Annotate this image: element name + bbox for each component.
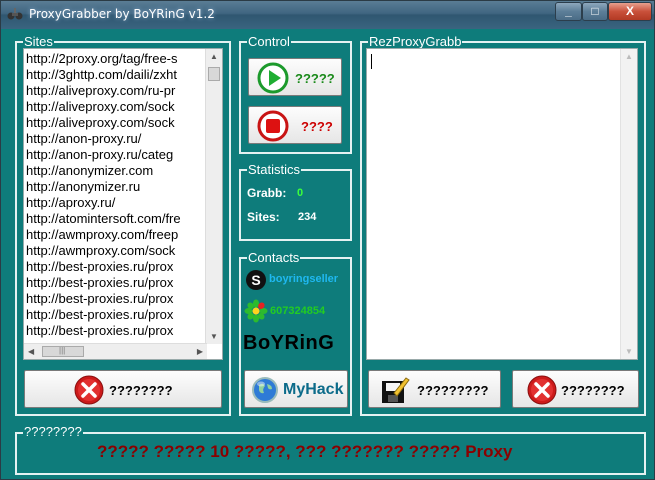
list-item[interactable]: http://3ghttp.com/daili/zxht (26, 67, 207, 83)
list-item[interactable]: http://best-proxies.ru/prox (26, 259, 207, 275)
list-item[interactable]: http://best-proxies.ru/prox (26, 307, 207, 323)
minimize-icon: _ (565, 4, 572, 18)
grabb-count: 0 (297, 187, 304, 199)
list-item[interactable]: http://anon-proxy.ru/ (26, 131, 207, 147)
clear-label: ???????? (561, 383, 625, 398)
clear-button[interactable]: ???????? (512, 370, 639, 408)
control-group-label: Control (247, 34, 291, 49)
list-item[interactable]: http://best-proxies.ru/prox (26, 275, 207, 291)
list-item[interactable]: http://anonymizer.ru (26, 179, 207, 195)
list-item[interactable]: http://anon-proxy.ru/categ (26, 147, 207, 163)
list-item[interactable]: http://aliveproxy.com/ru-pr (26, 83, 207, 99)
statistics-group: Statistics (239, 162, 352, 241)
scroll-down-arrow-icon[interactable]: ▼ (625, 347, 633, 356)
globe-icon (252, 377, 278, 403)
brand-logo: BoYRinG (243, 332, 335, 354)
status-message: ????? ????? 10 ?????, ??? ??????? ????? … (97, 442, 513, 461)
myhack-label: MyHack (283, 381, 344, 398)
app-icon (7, 8, 23, 20)
play-icon (257, 62, 289, 94)
window-title: ProxyGrabber by BoYRinG v1.2 (29, 7, 215, 21)
list-item[interactable]: http://aliveproxy.com/sock (26, 115, 207, 131)
maximize-button[interactable]: □ (582, 2, 608, 21)
save-button[interactable]: ????????? (368, 370, 501, 408)
list-item[interactable]: http://best-proxies.ru/prox (26, 323, 207, 339)
app-window: ProxyGrabber by BoYRinG v1.2 _ □ X Sites… (0, 0, 655, 480)
grip-icon: ||| (59, 346, 66, 355)
result-vertical-scrollbar[interactable]: ▲ ▼ (620, 49, 637, 359)
myhack-button[interactable]: MyHack (244, 370, 348, 408)
close-button[interactable]: X (608, 2, 652, 21)
scroll-up-arrow-icon[interactable]: ▲ (625, 52, 633, 61)
delete-sites-label: ???????? (109, 383, 173, 398)
list-item[interactable]: http://anonymizer.com (26, 163, 207, 179)
list-item[interactable]: http://aproxy.ru/ (26, 195, 207, 211)
stop-label: ???? (301, 119, 333, 134)
sites-vertical-scrollbar[interactable]: ▲ ▼ (205, 49, 222, 344)
vertical-scroll-thumb[interactable] (208, 67, 220, 81)
list-item[interactable]: http://awmproxy.com/freep (26, 227, 207, 243)
start-button[interactable]: ????? (248, 58, 342, 96)
scroll-up-arrow-icon[interactable]: ▲ (210, 52, 218, 61)
scroll-right-arrow-icon[interactable]: ▶ (197, 347, 203, 356)
list-item[interactable]: http://2proxy.org/tag/free-s (26, 51, 207, 67)
delete-icon (74, 375, 104, 405)
sites-group-label: Sites (23, 34, 54, 49)
title-bar[interactable]: ProxyGrabber by BoYRinG v1.2 _ □ X (1, 1, 654, 29)
scroll-down-arrow-icon[interactable]: ▼ (210, 332, 218, 341)
grabb-label: Grabb: (247, 186, 287, 200)
maximize-icon: □ (591, 4, 599, 18)
status-group-label: ???????? (23, 424, 83, 439)
icq-number[interactable]: 607324854 (270, 305, 325, 317)
delete-icon (527, 375, 557, 405)
contacts-group-label: Contacts (247, 250, 301, 265)
skype-handle[interactable]: boyringseller (269, 273, 338, 285)
delete-sites-button[interactable]: ???????? (24, 370, 222, 408)
scroll-left-arrow-icon[interactable]: ◀ (28, 347, 34, 356)
svg-text:S: S (251, 272, 260, 288)
start-label: ????? (295, 71, 335, 86)
list-item[interactable]: http://atomintersoft.com/fre (26, 211, 207, 227)
horizontal-scroll-thumb[interactable]: ||| (42, 346, 84, 357)
result-textbox[interactable]: ▲ ▼ (366, 48, 638, 360)
statistics-group-label: Statistics (247, 162, 302, 177)
list-item[interactable]: http://best-proxies.ru/prox (26, 291, 207, 307)
text-caret (371, 54, 372, 69)
save-label: ????????? (417, 383, 489, 398)
list-item[interactable]: http://awmproxy.com/sock (26, 243, 207, 259)
skype-icon: S (246, 270, 266, 290)
list-item[interactable]: http://aliveproxy.com/sock (26, 99, 207, 115)
result-group-label: RezProxyGrabb (368, 34, 463, 49)
sites-list: http://2proxy.org/tag/free-s http://3ght… (26, 51, 207, 342)
sites-horizontal-scrollbar[interactable]: ◀ ||| ▶ (24, 343, 207, 359)
sites-listbox[interactable]: http://2proxy.org/tag/free-s http://3ght… (23, 48, 223, 360)
icq-icon (244, 299, 268, 323)
minimize-button[interactable]: _ (555, 2, 582, 21)
sites-count: 234 (298, 211, 317, 223)
close-icon: X (625, 4, 634, 18)
stop-icon (257, 110, 289, 142)
save-disk-icon (382, 377, 410, 403)
sites-label: Sites: (247, 210, 280, 224)
stop-button[interactable]: ???? (248, 106, 342, 144)
